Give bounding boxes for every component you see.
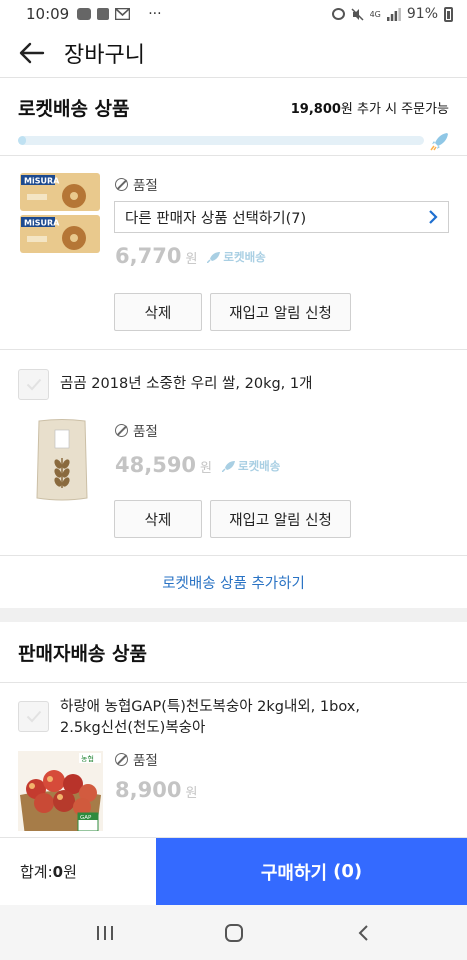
system-back-button[interactable] <box>333 913 393 953</box>
signal-icon <box>386 7 401 21</box>
other-seller-label: 다른 판매자 상품 선택하기(7) <box>125 210 307 227</box>
soldout-label: 품절 <box>115 174 158 194</box>
product-thumbnail[interactable]: MiSURA MiSURA <box>19 172 101 254</box>
free-shipping-progress <box>0 133 467 155</box>
rocket-tag-text: 로켓배송 <box>223 250 266 264</box>
square-icon <box>97 8 110 20</box>
progress-fill <box>18 136 27 145</box>
section-separator <box>0 608 467 622</box>
chevron-left-icon <box>358 924 368 941</box>
soldout-text: 품절 <box>133 753 158 769</box>
price: 8,900 <box>115 778 182 802</box>
checkout-bar: 합계: 0 원 구매하기 (0) <box>0 837 467 905</box>
item-name-line: 하랑애 농협GAP(특)천도복숭아 2kg내외, 1box, <box>60 699 360 715</box>
battery-icon <box>444 6 453 22</box>
notification-icons: ··· <box>77 6 162 22</box>
seller-section-title: 판매자배송 상품 <box>18 642 147 665</box>
back-button[interactable] <box>0 28 64 78</box>
gap-badge-text: GAP <box>80 815 92 821</box>
delete-button[interactable]: 삭제 <box>114 293 202 331</box>
cart-item: 곰곰 2018년 소중한 우리 쌀, 20kg, 1개 품절 48,590 원 <box>0 350 467 556</box>
cart-item: MiSURA MiSURA 품절 다른 판매자 상품 선택하기(7) 6,770… <box>0 156 467 350</box>
prohibited-icon <box>115 423 128 437</box>
check-icon <box>26 378 41 391</box>
rocket-delivery-badge: 로켓배송 <box>222 458 280 474</box>
soldout-label: 품절 <box>115 420 158 440</box>
cart-content[interactable]: 로켓배송 상품 19,800원 추가 시 주문가능 MiSURA MiSURA … <box>0 79 467 837</box>
free-shipping-notice: 19,800원 추가 시 주문가능 <box>291 98 449 117</box>
other-seller-select[interactable]: 다른 판매자 상품 선택하기(7) <box>114 201 449 233</box>
recent-apps-button[interactable] <box>75 913 135 953</box>
rocket-section-title: 로켓배송 상품 <box>18 97 130 120</box>
soldout-label: 품절 <box>115 749 158 769</box>
misura-product-image: MiSURA MiSURA <box>20 173 100 253</box>
free-shipping-amount: 19,800 <box>290 101 341 117</box>
add-rocket-items-link[interactable]: 로켓배송 상품 추가하기 <box>0 556 467 608</box>
rocket-section-header: 로켓배송 상품 19,800원 추가 시 주문가능 <box>0 79 467 135</box>
price: 48,590 <box>115 453 197 477</box>
mute-icon <box>351 7 364 21</box>
seller-section-header: 판매자배송 상품 <box>0 622 467 682</box>
rice-bag-image <box>36 419 88 501</box>
total-value: 0 <box>52 862 64 881</box>
brand-logo: MiSURA <box>24 177 60 186</box>
price-unit: 원 <box>185 252 198 267</box>
total-label: 합계: <box>20 863 53 881</box>
price-row: 48,590 원 로켓배송 <box>115 453 280 477</box>
talk-icon <box>77 8 92 20</box>
soldout-text: 품절 <box>133 424 158 440</box>
product-thumbnail[interactable]: GAP 농협 <box>18 751 103 831</box>
battery-percent: 91% <box>406 6 438 22</box>
purchase-button[interactable]: 구매하기 (0) <box>156 838 467 905</box>
progress-track <box>18 136 424 145</box>
price-unit: 원 <box>185 786 198 801</box>
prohibited-icon <box>115 177 128 191</box>
purchase-label: 구매하기 <box>260 862 328 884</box>
rocket-icon <box>430 133 448 151</box>
mail-icon <box>115 8 131 20</box>
delete-button[interactable]: 삭제 <box>114 500 202 538</box>
status-time: 10:09 <box>26 5 70 23</box>
item-checkbox[interactable] <box>18 701 49 732</box>
status-bar: 10:09 ··· 4G 91% <box>0 0 467 28</box>
home-icon <box>224 923 243 942</box>
more-notifications: ··· <box>148 6 162 22</box>
product-thumbnail[interactable] <box>33 418 91 502</box>
purchase-count: (0) <box>333 861 363 882</box>
back-arrow-icon <box>19 42 45 63</box>
soldout-text: 품절 <box>133 178 158 194</box>
restock-alert-button[interactable]: 재입고 알림 신청 <box>210 500 351 538</box>
alarm-icon <box>331 8 345 20</box>
nonghyup-logo-text: 농협 <box>81 754 94 763</box>
price-row: 6,770 원 로켓배송 <box>115 244 266 268</box>
peach-box-image: GAP 농협 <box>18 751 103 831</box>
rocket-icon <box>222 461 236 472</box>
check-icon <box>26 710 41 723</box>
price-unit: 원 <box>200 461 213 476</box>
item-name[interactable]: 하랑애 농협GAP(특)천도복숭아 2kg내외, 1box, 2.5kg신선(천… <box>60 697 360 739</box>
rocket-icon <box>207 252 221 263</box>
total-amount: 합계: 0 원 <box>0 838 156 905</box>
home-button[interactable] <box>204 913 264 953</box>
prohibited-icon <box>115 752 128 766</box>
system-nav-bar <box>0 905 467 960</box>
item-checkbox[interactable] <box>18 369 49 400</box>
item-name-line: 2.5kg신선(천도)복숭아 <box>60 720 206 736</box>
recent-apps-icon <box>96 925 113 940</box>
rocket-tag-text: 로켓배송 <box>238 459 281 473</box>
price-row: 8,900 원 <box>115 778 197 802</box>
item-name[interactable]: 곰곰 2018년 소중한 우리 쌀, 20kg, 1개 <box>60 374 312 395</box>
app-header: 장바구니 <box>0 28 467 78</box>
network-type: 4G <box>369 9 381 19</box>
status-right: 4G 91% <box>331 6 453 22</box>
cart-item: 하랑애 농협GAP(특)천도복숭아 2kg내외, 1box, 2.5kg신선(천… <box>0 683 467 837</box>
chevron-right-icon <box>429 210 438 224</box>
page-title: 장바구니 <box>64 42 145 68</box>
price: 6,770 <box>115 244 182 268</box>
total-unit: 원 <box>63 863 77 881</box>
free-shipping-text: 원 추가 시 주문가능 <box>340 101 449 117</box>
brand-logo: MiSURA <box>24 219 60 228</box>
rocket-delivery-badge: 로켓배송 <box>207 249 266 265</box>
restock-alert-button[interactable]: 재입고 알림 신청 <box>210 293 351 331</box>
